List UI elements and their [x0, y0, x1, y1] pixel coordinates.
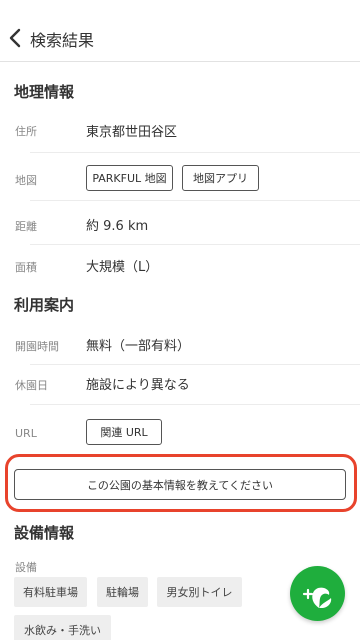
area-label: 面積 — [15, 261, 37, 274]
add-park-fab[interactable] — [290, 566, 345, 621]
parkful-map-button[interactable]: PARKFUL 地図 — [86, 165, 173, 191]
app-header: 検索結果 — [0, 0, 360, 62]
divider — [30, 364, 360, 365]
divider — [30, 404, 360, 405]
facility-tag[interactable]: 男女別トイレ — [157, 577, 242, 607]
teach-park-info-button[interactable]: この公園の基本情報を教えてください — [14, 469, 346, 500]
add-park-icon — [302, 587, 331, 608]
geo-section-title: 地理情報 — [14, 83, 75, 101]
facility-tag[interactable]: 水飲み・手洗い — [14, 615, 111, 640]
hours-value: 無料（一部有料） — [86, 339, 191, 354]
closed-value: 施設により異なる — [86, 378, 190, 393]
closed-label: 休園日 — [15, 379, 48, 392]
facilities-label: 設備 — [15, 561, 37, 574]
map-label: 地図 — [15, 174, 37, 187]
facilities-section-title: 設備情報 — [14, 524, 75, 542]
divider — [30, 244, 360, 245]
facility-tag[interactable]: 有料駐車場 — [14, 577, 87, 607]
back-button[interactable] — [6, 27, 24, 49]
divider — [30, 152, 360, 153]
chevron-left-icon — [9, 28, 21, 48]
related-url-button[interactable]: 関連 URL — [86, 419, 162, 445]
hours-label: 開園時間 — [15, 340, 59, 353]
page-title: 検索結果 — [30, 31, 95, 50]
divider — [30, 200, 360, 201]
address-value: 東京都世田谷区 — [86, 125, 178, 140]
map-app-button[interactable]: 地図アプリ — [182, 165, 259, 191]
area-value: 大規模（L） — [86, 260, 159, 275]
address-label: 住所 — [15, 125, 37, 138]
url-label: URL — [15, 427, 37, 440]
usage-section-title: 利用案内 — [14, 296, 75, 314]
facility-tag[interactable]: 駐輪場 — [97, 577, 148, 607]
distance-value: 約 9.6 km — [86, 219, 149, 234]
distance-label: 距離 — [15, 220, 37, 233]
